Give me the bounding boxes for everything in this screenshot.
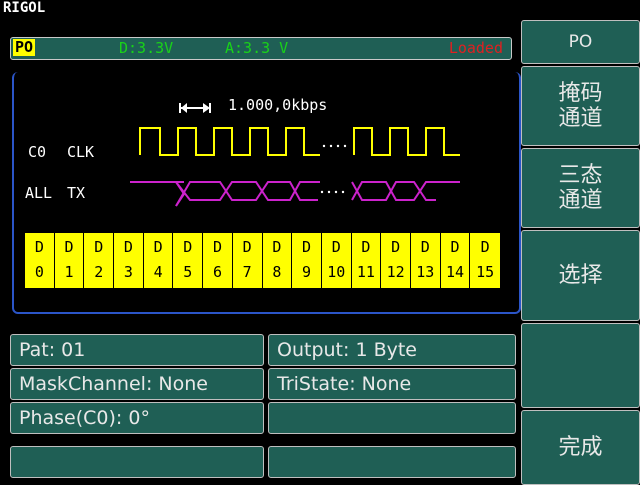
phase-value: Phase(C0): 0° <box>19 407 150 429</box>
channel-cell-d6[interactable]: D6 <box>203 233 233 288</box>
channel-cell-d15[interactable]: D 15 <box>470 233 500 288</box>
channel-number: 15 <box>476 263 495 281</box>
channel-number: 9 <box>302 263 312 281</box>
channel-prefix: D <box>361 238 371 256</box>
softkey-mask-label-2: 通道 <box>558 106 603 131</box>
channel-prefix: D <box>64 238 74 256</box>
signal-channel-c0: C0 <box>28 143 47 161</box>
channel-prefix: D <box>331 238 341 256</box>
bit-rate: 1.000,0kbps <box>228 96 328 114</box>
softkey-select-label: 选择 <box>558 263 603 288</box>
channel-prefix: D <box>94 238 104 256</box>
tx-waveform <box>130 181 460 207</box>
channel-prefix: D <box>420 238 430 256</box>
tristate-value: TriState: None <box>277 373 412 395</box>
channel-number: 13 <box>416 263 435 281</box>
channel-number: 6 <box>212 263 222 281</box>
softkey-done[interactable]: 完成 <box>521 410 640 485</box>
softkey-po[interactable]: PO <box>521 20 640 64</box>
tx-ellipsis <box>320 190 345 194</box>
channel-prefix: D <box>34 238 44 256</box>
clk-waveform <box>139 127 320 156</box>
softkey-tri-label-2: 通道 <box>558 188 603 213</box>
channel-number: 7 <box>242 263 252 281</box>
softkey-empty <box>521 323 640 408</box>
channel-prefix: D <box>242 238 252 256</box>
channel-grid: D 0 D 1 D 2 D 3 D 4 D 5 D 6 D 7 D 8 D 9 D 10 D 11 D 12 D 13 D 14 D 15 <box>24 232 501 289</box>
channel-number: 3 <box>123 263 133 281</box>
tristate-field[interactable]: TriState: None <box>268 368 516 400</box>
empty-field-1 <box>268 402 516 434</box>
signal-channel-all: ALL <box>25 184 53 202</box>
output-field[interactable]: Output: 1 Byte <box>268 334 516 366</box>
empty-field-2 <box>10 446 264 478</box>
phase-field[interactable]: Phase(C0): 0° <box>10 402 264 434</box>
channel-cell-d9[interactable]: D9 <box>292 233 322 288</box>
channel-cell-d4[interactable]: D4 <box>144 233 174 288</box>
output-value: Output: 1 Byte <box>277 339 417 361</box>
softkey-tristate-channel[interactable]: 三态 通道 <box>521 148 640 228</box>
channel-number: 0 <box>34 263 44 281</box>
channel-cell-d10[interactable]: D 10 <box>322 233 352 288</box>
channel-prefix: D <box>183 238 193 256</box>
channel-number: 10 <box>327 263 346 281</box>
mask-channel-value: MaskChannel: None <box>19 373 208 395</box>
empty-field-3 <box>268 446 516 478</box>
channel-prefix: D <box>153 238 163 256</box>
channel-number: 8 <box>272 263 282 281</box>
channel-cell-d12[interactable]: D 12 <box>381 233 411 288</box>
channel-number: 2 <box>94 263 104 281</box>
channel-prefix: D <box>123 238 133 256</box>
pattern-field[interactable]: Pat: 01 <box>10 334 264 366</box>
channel-number: 12 <box>386 263 405 281</box>
channel-prefix: D <box>391 238 401 256</box>
channel-number: 4 <box>153 263 163 281</box>
softkey-tri-label-1: 三态 <box>558 163 603 188</box>
channel-cell-d2[interactable]: D2 <box>84 233 115 288</box>
signal-name-clk: CLK <box>67 143 95 161</box>
channel-cell-d0[interactable]: D0 <box>25 233 55 288</box>
channel-prefix: D <box>212 238 222 256</box>
channel-cell-d1[interactable]: D1 <box>55 233 85 288</box>
channel-cell-d11[interactable]: D 11 <box>352 233 382 288</box>
channel-number: 11 <box>356 263 375 281</box>
softkey-mask-label-1: 掩码 <box>558 81 603 106</box>
channel-cell-d13[interactable]: D 13 <box>411 233 441 288</box>
channel-prefix: D <box>450 238 460 256</box>
channel-number: 5 <box>183 263 193 281</box>
softkey-done-label: 完成 <box>558 435 603 460</box>
channel-number: 1 <box>64 263 74 281</box>
pattern-value: Pat: 01 <box>19 339 86 361</box>
channel-cell-d3[interactable]: D3 <box>114 233 144 288</box>
channel-prefix: D <box>480 238 490 256</box>
signal-name-tx: TX <box>67 184 86 202</box>
rate-arrow-icon <box>179 103 211 113</box>
softkey-mask-channel[interactable]: 掩码 通道 <box>521 66 640 146</box>
channel-cell-d5[interactable]: D5 <box>173 233 204 288</box>
channel-cell-d14[interactable]: D 14 <box>441 233 471 288</box>
mask-channel-field[interactable]: MaskChannel: None <box>10 368 264 400</box>
channel-number: 14 <box>445 263 464 281</box>
channel-cell-d8[interactable]: D8 <box>263 233 293 288</box>
softkey-po-label: PO <box>568 31 593 52</box>
channel-prefix: D <box>272 238 282 256</box>
clk-waveform-end <box>353 127 460 156</box>
channel-prefix: D <box>302 238 312 256</box>
channel-cell-d7[interactable]: D7 <box>233 233 263 288</box>
clk-ellipsis <box>322 144 347 148</box>
softkey-select[interactable]: 选择 <box>521 230 640 321</box>
